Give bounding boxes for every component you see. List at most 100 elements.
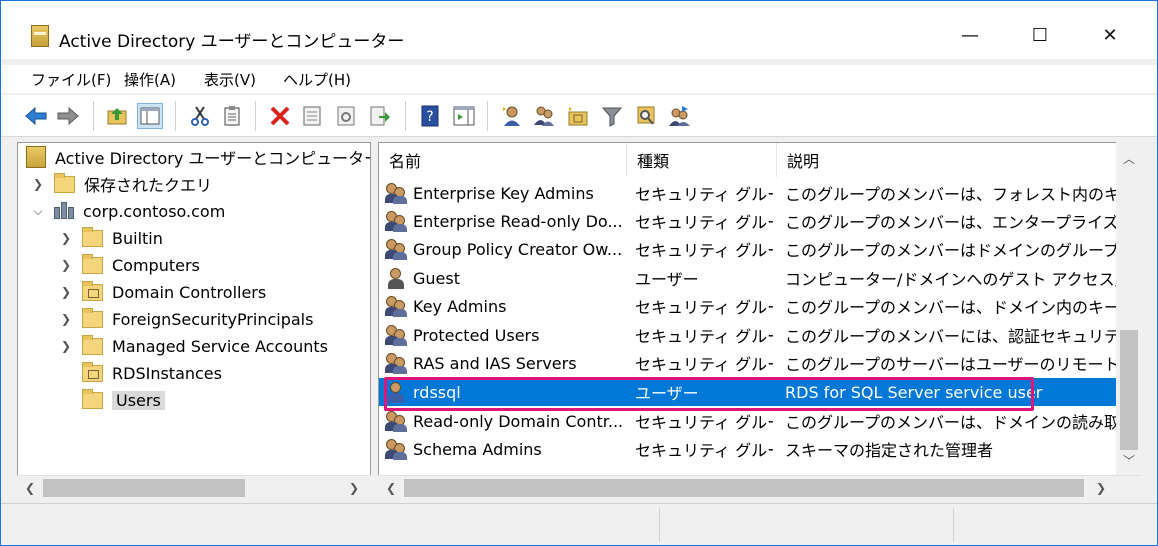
chevron-right-icon[interactable]: ❯	[56, 339, 76, 353]
status-separator	[953, 508, 954, 542]
list-horizontal-scrollbar[interactable]: ❮ ❯	[378, 475, 1142, 499]
menu-help[interactable]: ヘルプ(H)	[283, 69, 351, 90]
tree-item-managed-service-accounts[interactable]: ❯ Managed Service Accounts	[56, 333, 328, 359]
tree-item-users[interactable]: Users	[56, 387, 165, 413]
forward-arrow-icon[interactable]	[55, 103, 81, 129]
tree-item-rdsinstances[interactable]: RDSInstances	[56, 360, 222, 386]
up-folder-icon[interactable]	[105, 103, 131, 129]
result-list-pane[interactable]: 名前 種類 説明 Enterprise Key Admins セキュリティ グル…	[378, 142, 1142, 499]
tree-item-label: Users	[112, 390, 165, 410]
chevron-right-icon[interactable]: ❯	[28, 177, 48, 191]
folder-icon	[82, 253, 103, 274]
app-window: Active Directory ユーザーとコンピューター — ☐ ✕ ファイル…	[0, 0, 1158, 546]
console-tree-pane[interactable]: Active Directory ユーザーとコンピューター [adds ❯ 保存…	[17, 142, 371, 499]
tree-item-domain[interactable]: ⌵ corp.contoso.com	[28, 198, 225, 224]
security-group-icon	[385, 352, 407, 374]
folder-icon	[82, 388, 103, 409]
export-list-icon[interactable]	[367, 103, 393, 129]
minimize-button[interactable]: —	[947, 17, 993, 55]
ad-root-icon	[26, 146, 46, 168]
item-name: Read-only Domain Contr...	[413, 411, 624, 431]
tree-item-computers[interactable]: ❯ Computers	[56, 252, 200, 278]
item-type: セキュリティ グルー...	[635, 327, 773, 346]
refresh-icon[interactable]	[333, 103, 359, 129]
filter-icon[interactable]	[599, 103, 625, 129]
list-item[interactable]: Schema Admins セキュリティ グルー... スキーマの指定された管理…	[379, 435, 1117, 463]
column-header-name[interactable]: 名前	[379, 143, 627, 177]
tree-item-domain-controllers[interactable]: ❯ Domain Controllers	[56, 279, 266, 305]
toolbar-separator	[405, 101, 406, 131]
chevron-right-icon[interactable]: ❯	[56, 231, 76, 245]
security-group-icon	[385, 324, 407, 346]
scroll-right-icon[interactable]: ❯	[349, 481, 359, 495]
column-header-type[interactable]: 種類	[627, 143, 777, 177]
item-description: このグループのメンバーは、ドメインの読み取り専用	[785, 413, 1117, 432]
list-vertical-scrollbar[interactable]: ︿ ﹀	[1116, 142, 1142, 476]
list-item[interactable]: Read-only Domain Contr... セキュリティ グルー... …	[379, 407, 1117, 435]
item-description: コンピューター/ドメインへのゲスト アクセス用 (ビルト.	[785, 270, 1117, 289]
tree-item-label: Builtin	[112, 228, 163, 248]
tree-item-builtin[interactable]: ❯ Builtin	[56, 225, 163, 251]
scroll-up-icon[interactable]: ︿	[1123, 150, 1135, 167]
list-item[interactable]: Group Policy Creator Ow... セキュリティ グルー...…	[379, 235, 1117, 263]
menu-action[interactable]: 操作(A)	[124, 69, 176, 90]
list-item[interactable]: RAS and IAS Servers セキュリティ グルー... このグループ…	[379, 349, 1117, 377]
item-description: このグループのメンバーは、フォレスト内のキー オブジ	[785, 185, 1117, 204]
security-group-icon	[385, 182, 407, 204]
scroll-thumb[interactable]	[404, 479, 1084, 497]
title-bar: Active Directory ユーザーとコンピューター — ☐ ✕	[1, 1, 1157, 59]
properties-icon[interactable]	[299, 103, 325, 129]
maximize-button[interactable]: ☐	[1017, 17, 1063, 55]
list-item[interactable]: Key Admins セキュリティ グルー... このグループのメンバーは、ドメ…	[379, 292, 1117, 320]
chevron-down-icon[interactable]: ⌵	[28, 204, 48, 219]
security-group-icon	[385, 238, 407, 260]
chevron-right-icon[interactable]: ❯	[56, 285, 76, 299]
scroll-right-icon[interactable]: ❯	[1096, 481, 1106, 495]
item-name: Guest	[413, 268, 460, 288]
scroll-thumb[interactable]	[43, 479, 245, 497]
add-to-group-icon[interactable]	[667, 103, 693, 129]
menu-file[interactable]: ファイル(F)	[31, 69, 111, 90]
list-item[interactable]: Enterprise Read-only Do... セキュリティ グルー...…	[379, 207, 1117, 235]
security-group-icon	[385, 410, 407, 432]
item-name: Group Policy Creator Ow...	[413, 239, 623, 259]
tree-root-label: Active Directory ユーザーとコンピューター [adds	[55, 149, 371, 168]
tree-horizontal-scrollbar[interactable]: ❮ ❯	[17, 475, 371, 499]
list-item[interactable]: Protected Users セキュリティ グルー... このグループのメンバ…	[379, 321, 1117, 349]
new-group-icon[interactable]	[531, 103, 557, 129]
tree-item-saved-queries[interactable]: ❯ 保存されたクエリ	[28, 171, 212, 197]
back-arrow-icon[interactable]	[23, 103, 49, 129]
item-description: スキーマの指定された管理者	[785, 441, 994, 460]
scroll-down-icon[interactable]: ﹀	[1123, 452, 1135, 469]
security-group-icon	[385, 210, 407, 232]
list-item[interactable]: Enterprise Key Admins セキュリティ グルー... このグル…	[379, 179, 1117, 207]
close-button[interactable]: ✕	[1087, 17, 1133, 55]
tree-root[interactable]: Active Directory ユーザーとコンピューター [adds	[26, 144, 371, 170]
action-pane-icon[interactable]	[451, 103, 477, 129]
new-ou-icon[interactable]	[565, 103, 591, 129]
tree-item-label: Domain Controllers	[112, 282, 267, 302]
help-icon[interactable]: ?	[417, 103, 443, 129]
list-item[interactable]: Guest ユーザー コンピューター/ドメインへのゲスト アクセス用 (ビルト.	[379, 264, 1117, 292]
tree-item-foreign-security-principals[interactable]: ❯ ForeignSecurityPrincipals	[56, 306, 313, 332]
scroll-thumb[interactable]	[1120, 330, 1138, 450]
show-console-tree-icon[interactable]	[137, 103, 163, 129]
menu-view[interactable]: 表示(V)	[204, 69, 256, 90]
column-header-description[interactable]: 説明	[777, 143, 1117, 177]
item-name: Enterprise Read-only Do...	[413, 211, 623, 231]
security-group-icon	[385, 438, 407, 460]
tree-item-label: corp.contoso.com	[83, 201, 226, 221]
new-user-icon[interactable]	[499, 103, 525, 129]
chevron-right-icon[interactable]: ❯	[56, 258, 76, 272]
copy-icon[interactable]	[219, 103, 245, 129]
scroll-left-icon[interactable]: ❮	[25, 481, 35, 495]
find-icon[interactable]	[633, 103, 659, 129]
item-type: ユーザー	[635, 270, 699, 289]
ad-users-computers-app-icon	[31, 25, 49, 47]
scroll-left-icon[interactable]: ❮	[386, 481, 396, 495]
delete-icon[interactable]	[267, 103, 293, 129]
tree-item-label: Computers	[112, 255, 200, 275]
item-name: Protected Users	[413, 325, 540, 345]
cut-icon[interactable]	[187, 103, 213, 129]
chevron-right-icon[interactable]: ❯	[56, 312, 76, 326]
